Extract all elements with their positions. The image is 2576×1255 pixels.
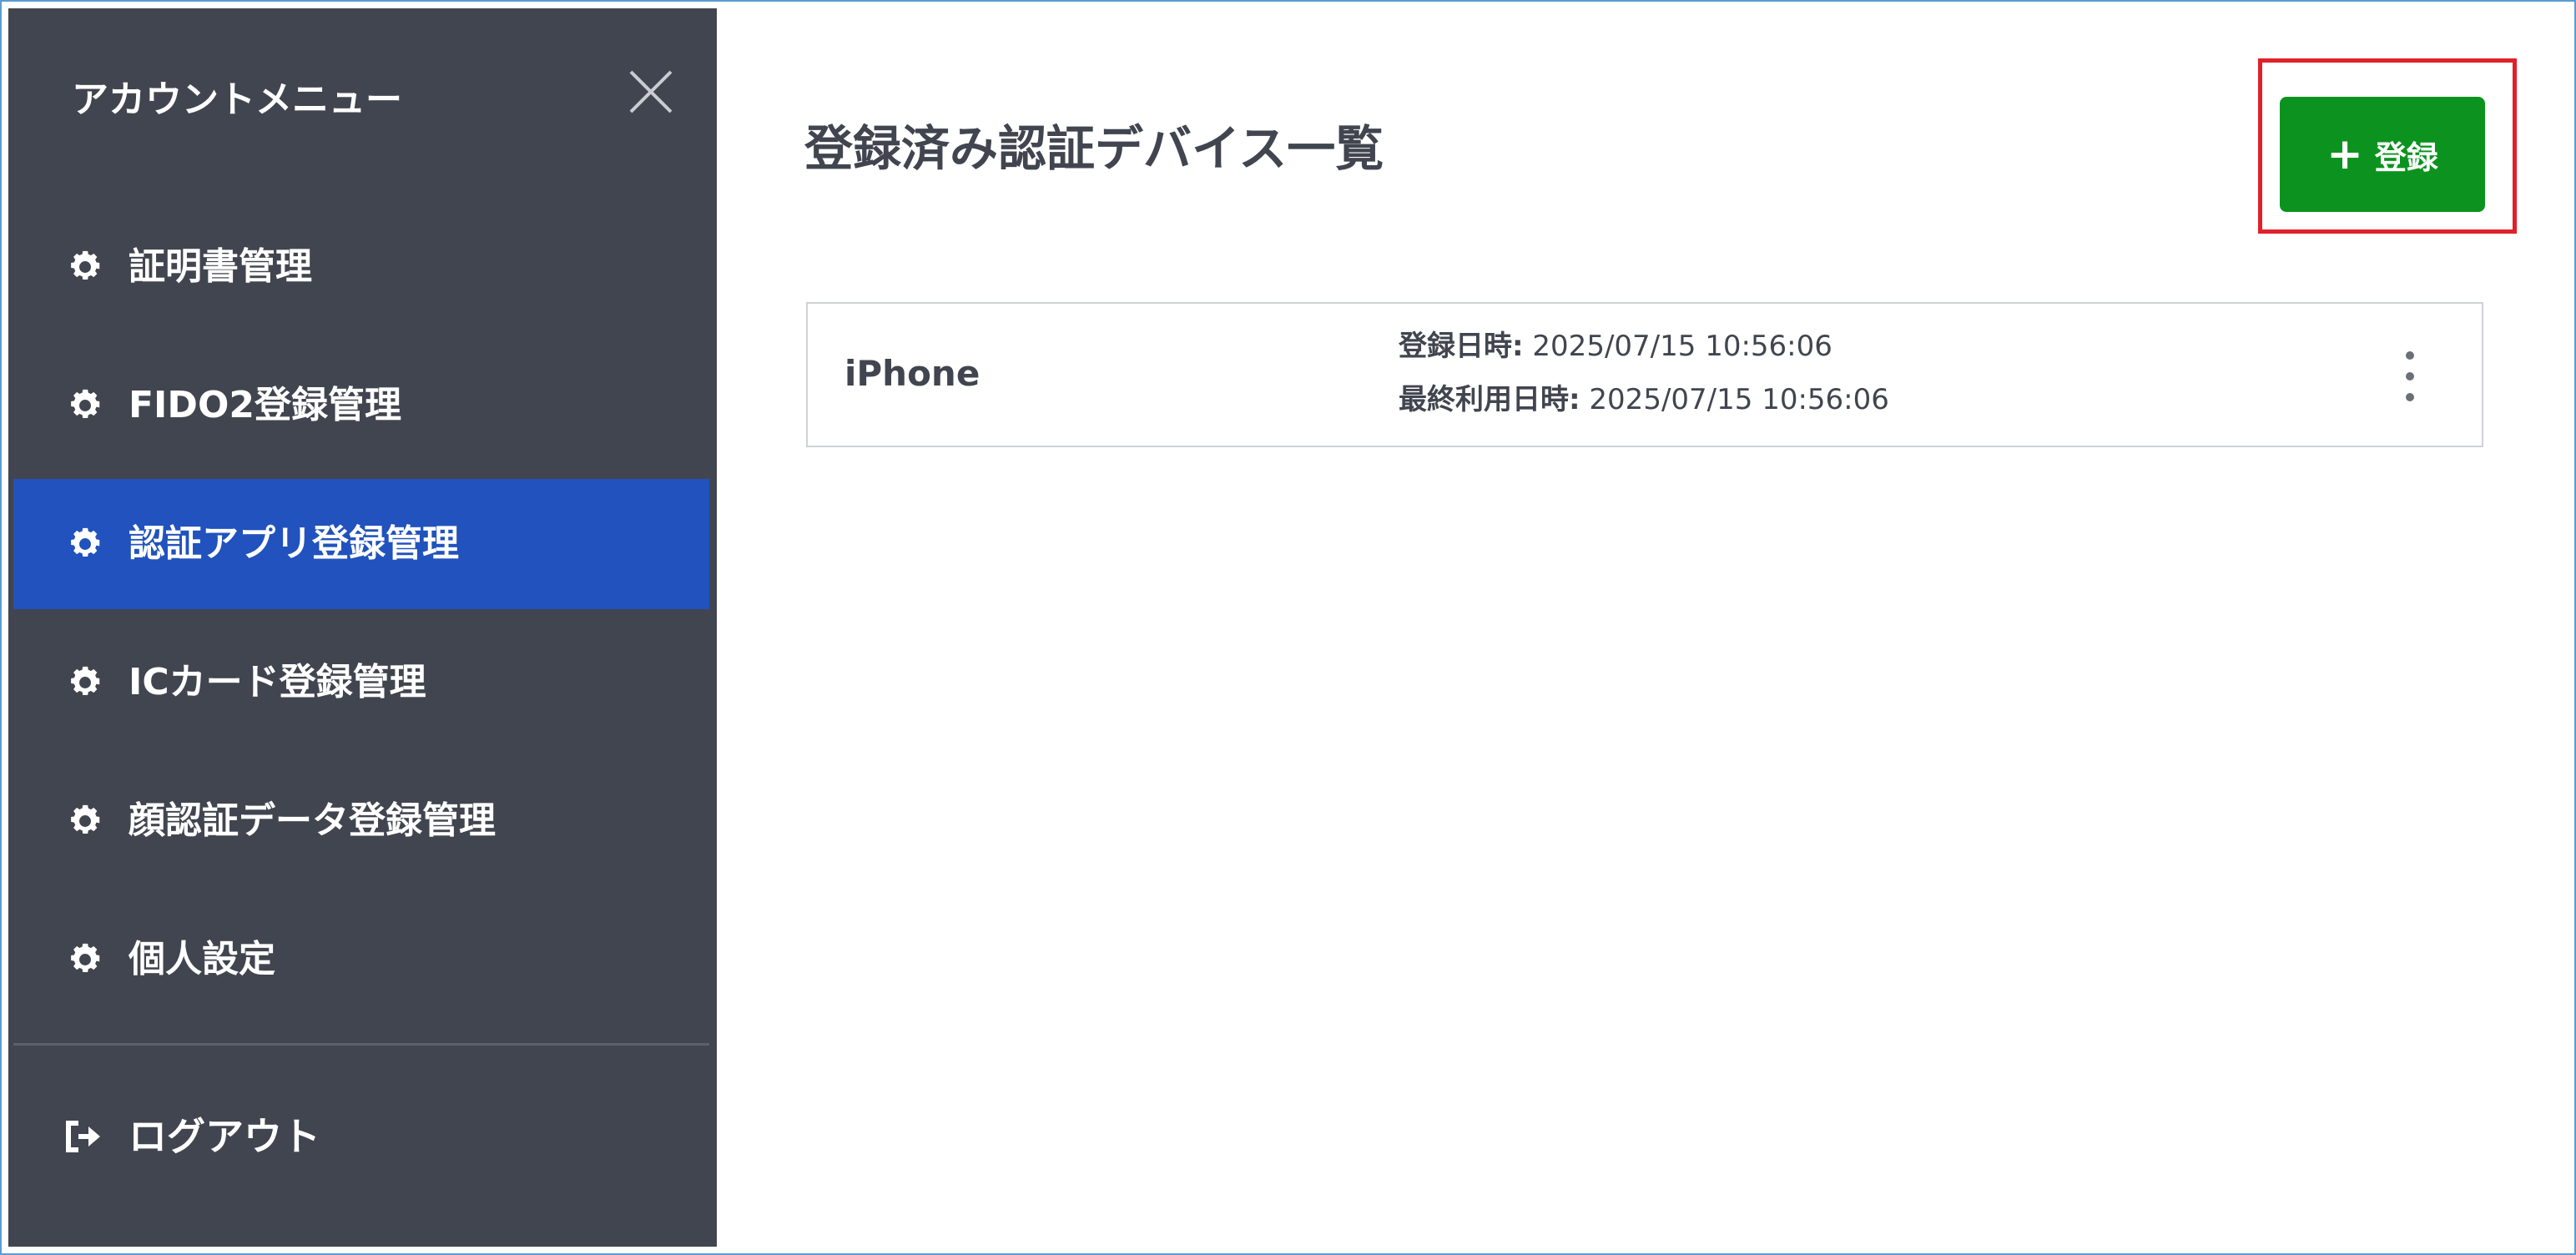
sidebar-item-auth-app-management[interactable]: 認証アプリ登録管理 (13, 479, 709, 609)
device-card: iPhone 登録日時: 2025/07/15 10:56:06 最終利用日時:… (806, 302, 2483, 447)
last-used-datetime: 最終利用日時: 2025/07/15 10:56:06 (1399, 381, 1889, 419)
sidebar-item-fido2-management[interactable]: FIDO2登録管理 (13, 340, 709, 471)
logout-icon (63, 1118, 107, 1155)
gear-icon (67, 664, 103, 701)
logout-button[interactable]: ログアウト (13, 1075, 709, 1200)
close-button[interactable] (624, 65, 678, 118)
sidebar-item-label: 顔認証データ登録管理 (129, 799, 496, 842)
gear-icon (67, 941, 103, 978)
last-used-label: 最終利用日時: (1399, 383, 1580, 416)
sidebar-header: アカウントメニュー (8, 8, 717, 184)
logout-label: ログアウト (129, 1114, 320, 1159)
sidebar-item-ic-card-management[interactable]: ICカード登録管理 (13, 617, 709, 748)
gear-icon (67, 526, 103, 562)
sidebar-item-face-auth-management[interactable]: 顔認証データ登録管理 (13, 756, 709, 886)
register-button[interactable]: + 登録 (2280, 97, 2485, 212)
gear-icon (67, 803, 103, 839)
sidebar-item-label: ICカード登録管理 (129, 661, 426, 703)
gear-icon (67, 387, 103, 424)
sidebar-item-label: 個人設定 (129, 938, 275, 980)
sidebar-item-certificate-management[interactable]: 証明書管理 (13, 202, 709, 332)
page-title: 登録済み認証デバイス一覧 (804, 120, 1384, 177)
device-more-options-button[interactable] (2393, 347, 2427, 406)
sidebar-item-label: 証明書管理 (129, 245, 312, 288)
app-window: アカウントメニュー 証明書管理 FIDO2登録管理 認証アプリ登録管理 ICカー… (0, 0, 2576, 1255)
more-vertical-icon (2406, 351, 2414, 401)
registered-value: 2025/07/15 10:56:06 (1532, 330, 1832, 363)
last-used-value: 2025/07/15 10:56:06 (1589, 383, 1889, 416)
sidebar-item-personal-settings[interactable]: 個人設定 (13, 895, 709, 1025)
sidebar-divider (13, 1043, 709, 1046)
registered-datetime: 登録日時: 2025/07/15 10:56:06 (1399, 327, 1832, 365)
plus-icon: + (2326, 129, 2363, 179)
register-button-label: 登録 (2374, 139, 2438, 176)
close-icon (629, 70, 673, 113)
gear-icon (67, 249, 103, 285)
sidebar-item-label: FIDO2登録管理 (129, 384, 401, 426)
sidebar-item-label: 認証アプリ登録管理 (129, 522, 459, 565)
registered-label: 登録日時: (1399, 330, 1524, 363)
sidebar-title: アカウントメニュー (72, 78, 402, 121)
device-name: iPhone (844, 353, 980, 394)
account-menu-sidebar: アカウントメニュー 証明書管理 FIDO2登録管理 認証アプリ登録管理 ICカー… (8, 8, 717, 1247)
